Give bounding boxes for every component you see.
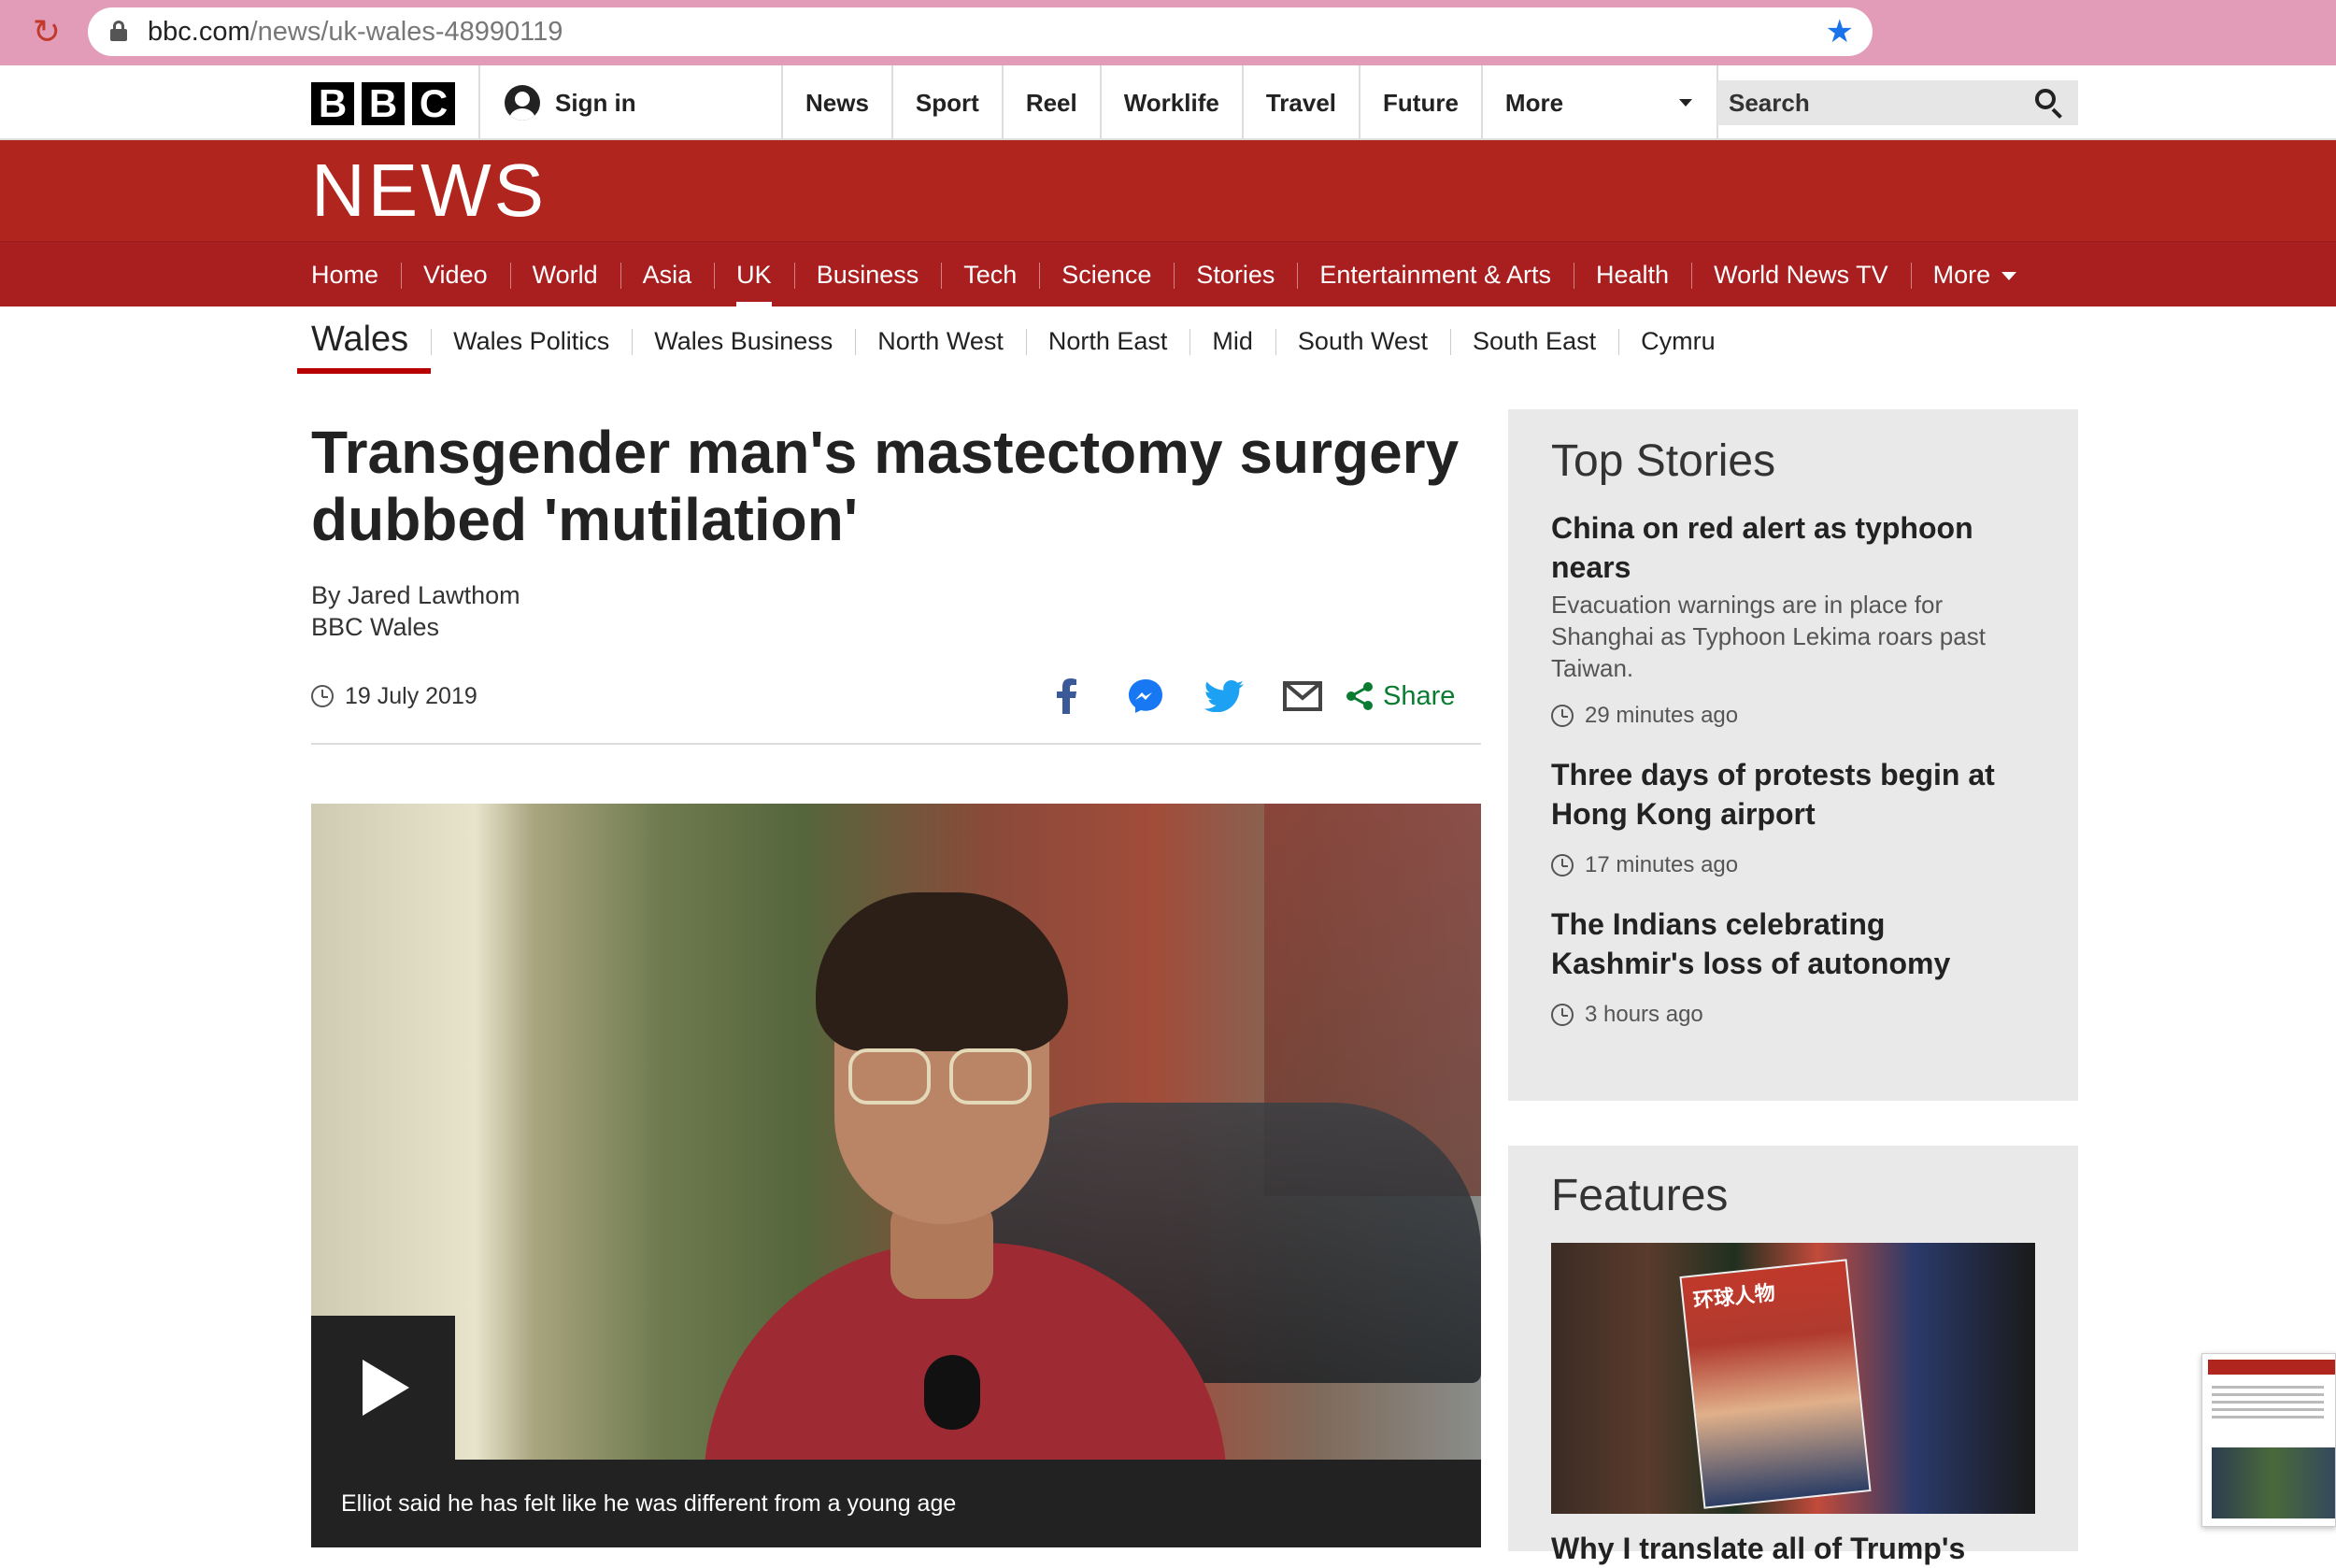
news-nav-science[interactable]: Science xyxy=(1039,242,1174,307)
article-headline: Transgender man's mastectomy surgery dub… xyxy=(311,419,1460,553)
news-nav-asia[interactable]: Asia xyxy=(620,242,715,307)
share-icon xyxy=(1346,682,1373,710)
subnav-north-east[interactable]: North East xyxy=(1025,308,1190,374)
clock-icon xyxy=(1551,705,1574,727)
subnav-wales-business[interactable]: Wales Business xyxy=(632,308,855,374)
list-item[interactable]: Three days of protests begin at Hong Kon… xyxy=(1551,755,2035,880)
global-nav-travel[interactable]: Travel xyxy=(1241,65,1359,140)
features-title: Features xyxy=(1551,1171,1729,1220)
subnav-cymru[interactable]: Cymru xyxy=(1618,308,1738,374)
bbc-masthead: B B C Sign in News Sport Reel Worklife T… xyxy=(0,65,2336,140)
global-nav-worklife[interactable]: Worklife xyxy=(1099,65,1242,140)
story-timestamp: 17 minutes ago xyxy=(1551,850,2035,880)
chevron-down-icon xyxy=(1678,99,1692,107)
news-nav-tech[interactable]: Tech xyxy=(941,242,1039,307)
subnav-south-east[interactable]: South East xyxy=(1450,308,1618,374)
share-button[interactable]: Share xyxy=(1346,681,1455,712)
search-icon[interactable] xyxy=(2035,89,2063,119)
news-nav-stories[interactable]: Stories xyxy=(1174,242,1297,307)
page-thumbnail-preview[interactable] xyxy=(2201,1353,2336,1527)
user-icon xyxy=(505,85,540,121)
url-text: bbc.com/news/uk-wales-48990119 xyxy=(148,17,563,47)
address-bar[interactable]: bbc.com/news/uk-wales-48990119 ★ xyxy=(88,7,1873,56)
browser-toolbar: ↻ bbc.com/news/uk-wales-48990119 ★ xyxy=(0,0,2336,65)
news-banner: NEWS xyxy=(0,140,2336,241)
story-title[interactable]: Three days of protests begin at Hong Kon… xyxy=(1551,755,2035,834)
video-caption: Elliot said he has felt like he was diff… xyxy=(311,1460,1481,1547)
search-input[interactable]: Search xyxy=(1717,80,2078,125)
subnav-south-west[interactable]: South West xyxy=(1275,308,1450,374)
chevron-down-icon xyxy=(2001,272,2017,281)
story-timestamp: 29 minutes ago xyxy=(1551,701,2035,731)
global-nav-future[interactable]: Future xyxy=(1359,65,1481,140)
news-nav-entertainment[interactable]: Entertainment & Arts xyxy=(1297,242,1574,307)
subnav-section-wales[interactable]: Wales xyxy=(297,308,432,374)
list-item[interactable]: China on red alert as typhoon nears Evac… xyxy=(1551,508,2035,731)
news-nav-business[interactable]: Business xyxy=(793,242,942,307)
story-title[interactable]: The Indians celebrating Kashmir's loss o… xyxy=(1551,905,2035,983)
clock-icon xyxy=(311,685,334,707)
top-stories-panel: Top Stories China on red alert as typhoo… xyxy=(1508,409,2078,1101)
feature-headline[interactable]: Why I translate all of Trump's xyxy=(1551,1529,2035,1568)
bbc-logo[interactable]: B B C xyxy=(311,82,455,125)
play-button[interactable] xyxy=(311,1316,455,1460)
global-nav-more[interactable]: More xyxy=(1480,65,1718,140)
story-title[interactable]: China on red alert as typhoon nears xyxy=(1551,508,2035,587)
news-nav-world[interactable]: World xyxy=(509,242,620,307)
play-icon xyxy=(363,1360,409,1416)
top-stories-title: Top Stories xyxy=(1551,436,1776,486)
video-player[interactable]: Elliot said he has felt like he was diff… xyxy=(311,804,1481,1547)
news-nav-world-news-tv[interactable]: World News TV xyxy=(1691,242,1911,307)
reload-icon[interactable]: ↻ xyxy=(28,13,65,50)
features-panel: Features 环球人物 Why I translate all of Tru… xyxy=(1508,1146,2078,1565)
news-nav-more[interactable]: More xyxy=(1910,242,2040,307)
sign-in-link[interactable]: Sign in xyxy=(505,65,636,140)
byline-author: By Jared Lawthom xyxy=(311,581,520,609)
news-nav-uk[interactable]: UK xyxy=(714,242,794,307)
news-nav: Home Video World Asia UK Business Tech S… xyxy=(0,241,2336,307)
subnav-wales-politics[interactable]: Wales Politics xyxy=(431,308,632,374)
feature-image[interactable]: 环球人物 xyxy=(1551,1243,2035,1514)
divider xyxy=(311,743,1481,745)
lock-icon xyxy=(110,21,127,41)
video-still-image xyxy=(311,804,1481,1523)
story-summary: Evacuation warnings are in place for Sha… xyxy=(1551,591,1986,682)
byline-organisation: BBC Wales xyxy=(311,613,440,641)
clock-icon xyxy=(1551,1004,1574,1026)
bookmark-star-icon[interactable]: ★ xyxy=(1826,7,1854,56)
global-nav-news[interactable]: News xyxy=(781,65,891,140)
news-nav-health[interactable]: Health xyxy=(1574,242,1691,307)
global-nav-sport[interactable]: Sport xyxy=(890,65,1002,140)
subnav-north-west[interactable]: North West xyxy=(855,308,1026,374)
news-nav-home[interactable]: Home xyxy=(311,242,401,307)
email-icon[interactable] xyxy=(1263,671,1342,721)
byline: By Jared Lawthom BBC Wales xyxy=(311,579,520,643)
wales-subnav: Wales Wales Politics Wales Business Nort… xyxy=(297,308,1738,374)
facebook-icon[interactable] xyxy=(1028,671,1106,721)
list-item[interactable]: The Indians celebrating Kashmir's loss o… xyxy=(1551,905,2035,1030)
global-nav-reel[interactable]: Reel xyxy=(1001,65,1100,140)
twitter-icon[interactable] xyxy=(1185,671,1263,721)
news-nav-video[interactable]: Video xyxy=(401,242,510,307)
story-timestamp: 3 hours ago xyxy=(1551,1000,2035,1030)
news-wordmark[interactable]: NEWS xyxy=(311,153,547,228)
share-tools: Share xyxy=(1028,671,1455,721)
subnav-mid[interactable]: Mid xyxy=(1189,308,1275,374)
clock-icon xyxy=(1551,854,1574,877)
article-date: 19 July 2019 xyxy=(311,680,477,712)
messenger-icon[interactable] xyxy=(1106,671,1185,721)
global-nav: News Sport Reel Worklife Travel Future M… xyxy=(781,65,1718,140)
